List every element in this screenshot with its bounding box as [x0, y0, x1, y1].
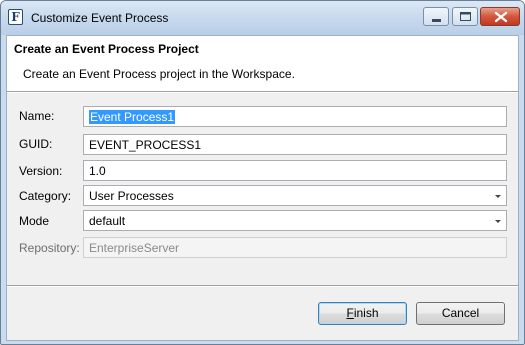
guid-value: EVENT_PROCESS1	[89, 138, 202, 152]
repository-field: EnterpriseServer	[83, 237, 507, 258]
chevron-down-icon[interactable]	[492, 215, 504, 227]
project-form: Name: Event Process1 GUID: EVENT_PROCESS…	[7, 93, 518, 285]
category-label: Category:	[19, 189, 72, 203]
repository-value: EnterpriseServer	[89, 241, 180, 255]
close-button[interactable]	[480, 7, 520, 26]
mode-value: default	[89, 214, 126, 228]
dialog-window: F Customize Event Process Create an Even…	[0, 0, 525, 345]
category-value: User Processes	[89, 189, 174, 203]
finish-button[interactable]: Finish	[318, 302, 407, 325]
mode-label: Mode	[19, 214, 50, 228]
maximize-button[interactable]	[452, 7, 478, 26]
dialog-content: Create an Event Process Project Create a…	[6, 35, 519, 341]
wizard-description: Create an Event Process project in the W…	[23, 67, 295, 81]
name-label: Name:	[19, 109, 55, 123]
version-label: Version:	[19, 164, 63, 178]
repository-label: Repository:	[19, 241, 80, 255]
cancel-button[interactable]: Cancel	[416, 302, 505, 325]
chevron-down-icon[interactable]	[492, 190, 504, 202]
name-field[interactable]: Event Process1	[83, 106, 507, 127]
title-bar[interactable]: F Customize Event Process	[1, 1, 524, 35]
name-value: Event Process1	[89, 110, 176, 124]
mode-combo[interactable]: default	[83, 210, 507, 231]
maximize-icon	[460, 12, 471, 21]
finish-label: inish	[353, 306, 379, 320]
minimize-button[interactable]	[423, 7, 449, 26]
wizard-header: Create an Event Process Project Create a…	[7, 36, 518, 91]
app-icon: F	[8, 9, 23, 25]
category-combo[interactable]: User Processes	[83, 185, 507, 206]
window-title: Customize Event Process	[31, 11, 169, 25]
version-value: 1.0	[89, 164, 106, 178]
guid-label: GUID:	[19, 137, 53, 151]
minimize-icon	[432, 19, 441, 22]
finish-mnemonic: F	[346, 306, 354, 320]
version-field[interactable]: 1.0	[83, 160, 507, 181]
wizard-title: Create an Event Process Project	[14, 42, 199, 56]
close-icon	[494, 11, 508, 23]
guid-field[interactable]: EVENT_PROCESS1	[83, 134, 507, 155]
button-bar: Finish Cancel	[7, 287, 518, 340]
